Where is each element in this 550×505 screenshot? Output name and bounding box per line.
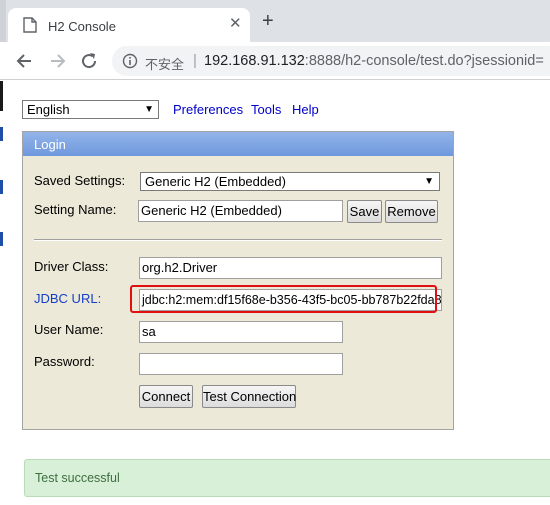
left-edge-mark <box>0 180 3 194</box>
back-icon[interactable] <box>15 51 35 71</box>
user-name-input[interactable]: sa <box>139 321 343 343</box>
url-host: 192.168.91.132 <box>204 53 305 69</box>
user-name-label: User Name: <box>34 322 104 337</box>
left-edge-stripe <box>0 81 3 111</box>
test-connection-button[interactable]: Test Connection <box>202 385 296 408</box>
setting-name-label: Setting Name: <box>34 202 117 217</box>
jdbc-url-label[interactable]: JDBC URL: <box>34 291 101 306</box>
reload-icon[interactable] <box>79 51 99 71</box>
forward-icon[interactable] <box>47 51 67 71</box>
jdbc-url-highlight-box <box>130 285 437 313</box>
close-tab-icon[interactable]: ✕ <box>229 16 242 32</box>
dropdown-arrow-icon: ▼ <box>144 104 154 115</box>
address-bar[interactable]: 不安全 | 192.168.91.132:8888/h2-console/tes… <box>112 46 550 76</box>
tab-strip-edge <box>0 0 6 42</box>
left-edge-mark <box>0 127 3 141</box>
url-text[interactable]: 192.168.91.132:8888/h2-console/test.do?j… <box>204 53 544 69</box>
login-panel: Login Saved Settings: Generic H2 (Embedd… <box>22 131 454 430</box>
password-label: Password: <box>34 354 95 369</box>
url-separator: | <box>193 52 197 69</box>
login-header: Login <box>23 132 453 156</box>
browser-tab-strip: H2 Console ✕ + <box>0 0 550 42</box>
preferences-link[interactable]: Preferences <box>173 102 243 117</box>
connect-button[interactable]: Connect <box>139 385 193 408</box>
url-path: :8888/h2-console/test.do?jsessionid= <box>304 53 544 69</box>
browser-toolbar: 不安全 | 192.168.91.132:8888/h2-console/tes… <box>0 42 550 80</box>
language-select[interactable]: English ▼ <box>22 100 159 119</box>
help-link[interactable]: Help <box>292 102 319 117</box>
status-message: Test successful <box>24 459 550 497</box>
new-tab-icon[interactable]: + <box>262 11 274 31</box>
info-icon[interactable] <box>122 53 138 69</box>
browser-tab[interactable]: H2 Console ✕ <box>8 8 250 42</box>
security-label: 不安全 <box>145 57 185 72</box>
dropdown-arrow-icon: ▼ <box>424 176 434 187</box>
left-edge-mark <box>0 232 3 246</box>
tools-link[interactable]: Tools <box>251 102 281 117</box>
divider <box>34 239 442 241</box>
saved-settings-select[interactable]: Generic H2 (Embedded) ▼ <box>140 172 440 191</box>
driver-class-input[interactable]: org.h2.Driver <box>139 257 442 279</box>
password-input[interactable] <box>139 353 343 375</box>
language-value: English <box>27 102 70 117</box>
saved-settings-value: Generic H2 (Embedded) <box>145 174 286 189</box>
remove-button[interactable]: Remove <box>385 200 438 223</box>
tab-title: H2 Console <box>48 19 116 34</box>
setting-name-input[interactable]: Generic H2 (Embedded) <box>138 200 343 222</box>
driver-class-label: Driver Class: <box>34 259 109 274</box>
saved-settings-label: Saved Settings: <box>34 173 126 188</box>
save-button[interactable]: Save <box>347 200 382 223</box>
page-icon <box>23 17 37 33</box>
